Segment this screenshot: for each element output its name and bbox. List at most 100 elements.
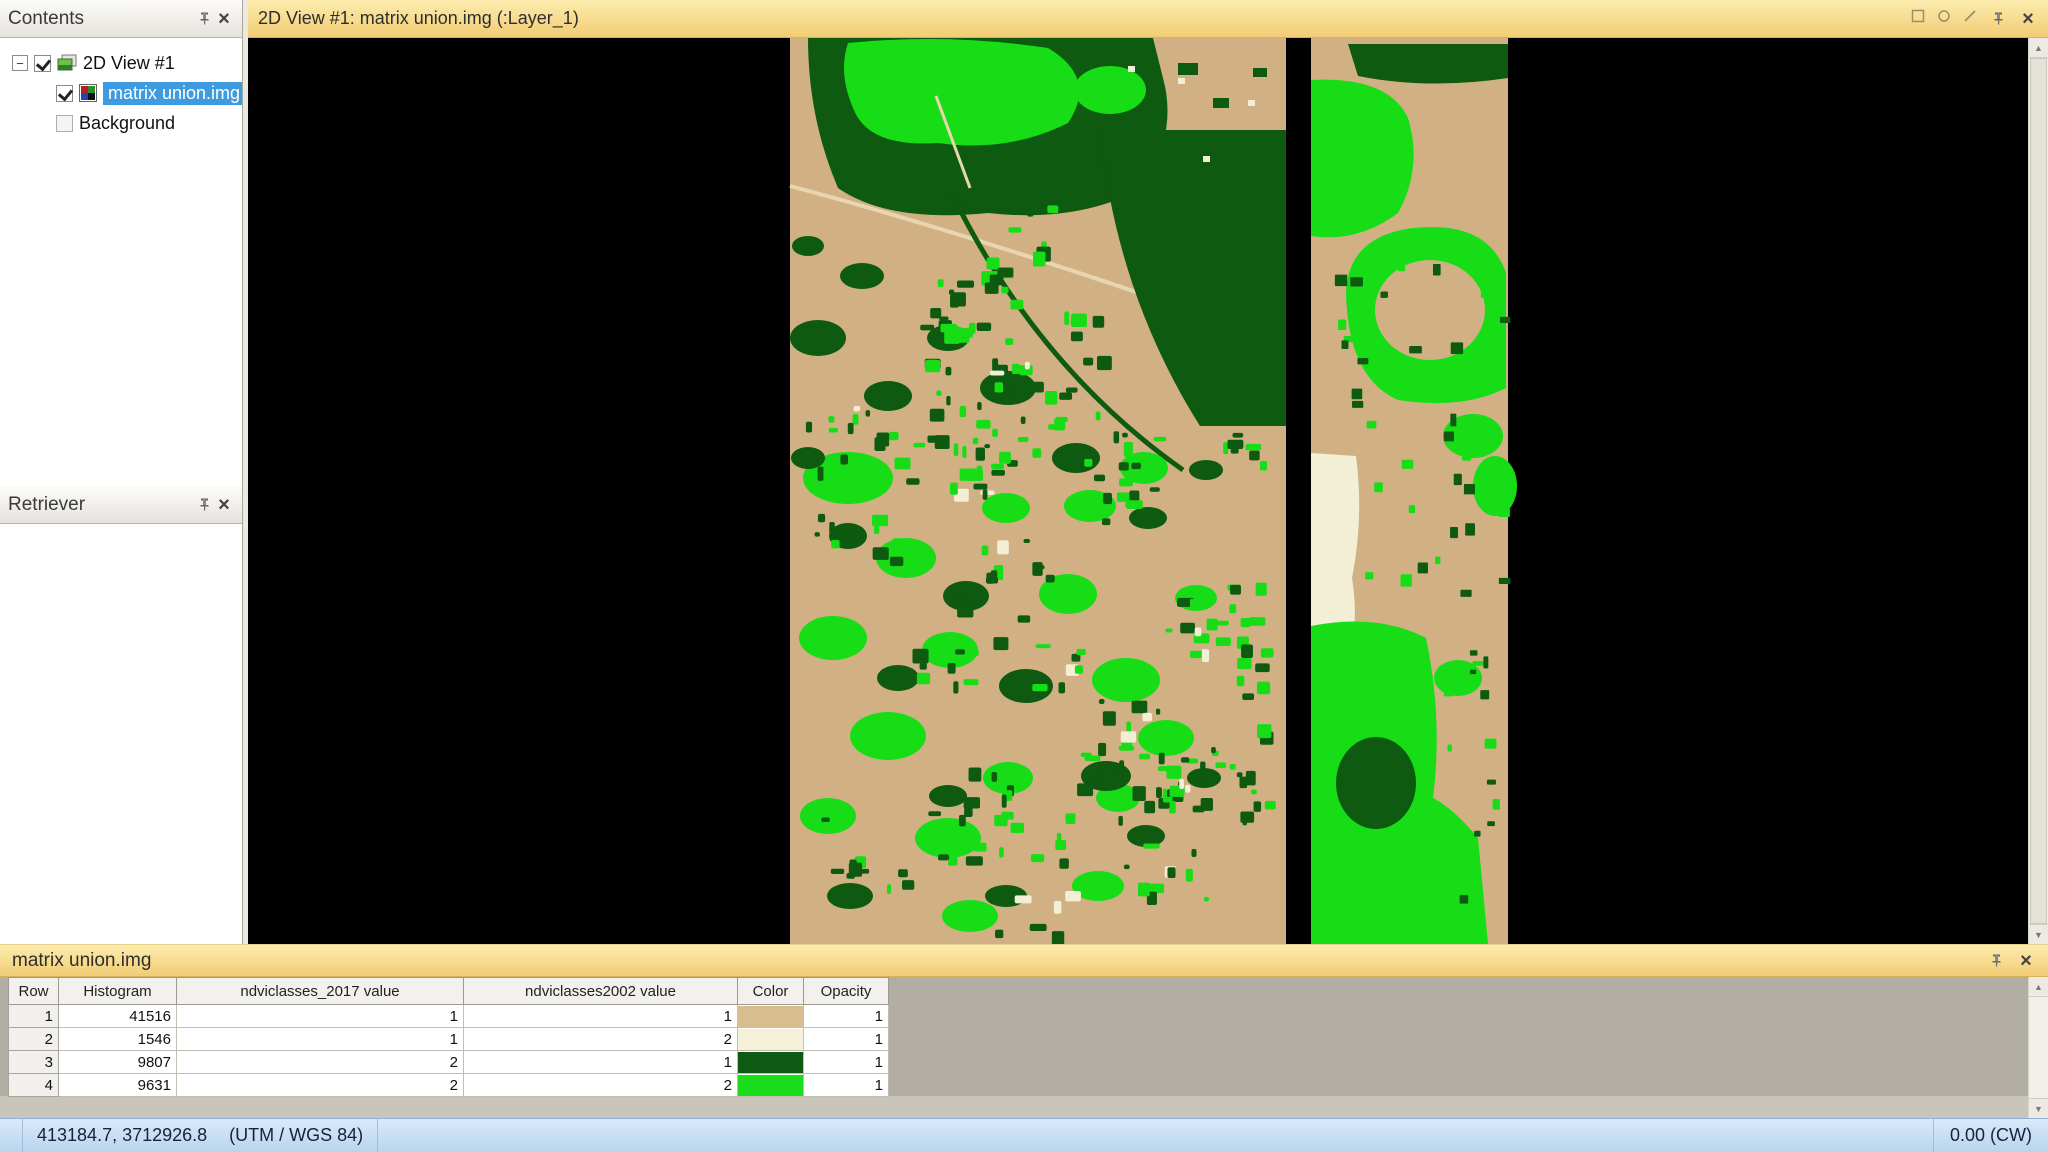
opacity-cell[interactable]: 1 xyxy=(803,1004,889,1028)
2d-view-icon xyxy=(57,54,77,72)
status-coordinates-section: 413184.7, 3712926.8 (UTM / WGS 84) xyxy=(23,1119,379,1152)
row-number-cell[interactable]: 2 xyxy=(8,1027,59,1051)
ndvi2017-cell[interactable]: 2 xyxy=(176,1073,464,1097)
status-divider xyxy=(0,1119,23,1152)
row-number-cell[interactable]: 1 xyxy=(8,1004,59,1028)
table-row: 3 9807 2 1 1 xyxy=(8,1050,889,1074)
ndvi2017-cell[interactable]: 1 xyxy=(176,1004,464,1028)
collapse-icon[interactable]: − xyxy=(12,55,28,71)
col-header-ndvi2017[interactable]: ndviclasses_2017 value xyxy=(176,977,464,1005)
attribute-table: Row Histogram ndviclasses_2017 value ndv… xyxy=(8,977,889,1097)
view-tool-icon-2[interactable] xyxy=(1936,8,1952,29)
ndvi2017-cell[interactable]: 2 xyxy=(176,1050,464,1074)
opacity-cell[interactable]: 1 xyxy=(803,1050,889,1074)
view-visibility-checkbox[interactable] xyxy=(34,54,51,72)
table-empty-strip xyxy=(0,1096,2028,1118)
color-swatch[interactable] xyxy=(738,1028,803,1050)
opacity-cell[interactable]: 1 xyxy=(803,1073,889,1097)
tree-item-label-selected[interactable]: matrix union.img xyxy=(103,81,242,105)
application-window: Contents × − 2D View #1 matrix union.img… xyxy=(0,0,2048,1152)
tree-item-layer[interactable]: matrix union.img xyxy=(56,80,242,106)
close-icon[interactable]: × xyxy=(214,495,234,515)
map-view[interactable]: ▲ ▼ xyxy=(248,38,2048,944)
retriever-panel: Retriever × xyxy=(0,486,243,944)
background-visibility-checkbox[interactable] xyxy=(56,114,73,132)
table-row: 2 1546 1 2 1 xyxy=(8,1027,889,1051)
table-row: 4 9631 2 2 1 xyxy=(8,1073,889,1097)
color-swatch[interactable] xyxy=(738,1005,803,1027)
scroll-up-icon[interactable]: ▲ xyxy=(2029,977,2048,997)
raster-layer-icon xyxy=(79,84,97,102)
status-spacer xyxy=(378,1119,1934,1152)
contents-tree: − 2D View #1 matrix union.img Background xyxy=(0,38,242,486)
ndvi2002-cell[interactable]: 2 xyxy=(463,1027,738,1051)
retriever-body xyxy=(0,524,242,944)
pin-icon[interactable] xyxy=(194,9,214,29)
contents-panel-header[interactable]: Contents × xyxy=(0,0,242,38)
col-header-row[interactable]: Row xyxy=(8,977,59,1005)
opacity-cell[interactable]: 1 xyxy=(803,1027,889,1051)
retriever-panel-header[interactable]: Retriever × xyxy=(0,486,242,524)
pushpin-glyph xyxy=(1992,954,2000,967)
view-titlebar-icons: × xyxy=(1910,8,2038,29)
scroll-down-icon[interactable]: ▼ xyxy=(2029,924,2048,944)
pushpin-glyph xyxy=(200,498,208,511)
map-canvas[interactable] xyxy=(248,38,2028,944)
status-rotation-section: 0.00 (CW) xyxy=(1934,1119,2048,1152)
col-header-histogram[interactable]: Histogram xyxy=(58,977,177,1005)
status-coordinates: 413184.7, 3712926.8 xyxy=(37,1125,208,1145)
table-vertical-scrollbar[interactable]: ▲ ▼ xyxy=(2028,977,2048,1118)
tree-item-label[interactable]: 2D View #1 xyxy=(83,53,175,74)
color-swatch[interactable] xyxy=(738,1051,803,1073)
map-vertical-scrollbar[interactable]: ▲ ▼ xyxy=(2028,38,2048,944)
color-cell[interactable] xyxy=(737,1050,804,1074)
contents-panel: Contents × − 2D View #1 matrix union.img… xyxy=(0,0,243,486)
histogram-cell[interactable]: 41516 xyxy=(58,1004,177,1028)
ndvi2002-cell[interactable]: 1 xyxy=(463,1050,738,1074)
tree-item-label[interactable]: Background xyxy=(79,113,175,134)
col-header-color[interactable]: Color xyxy=(737,977,804,1005)
color-cell[interactable] xyxy=(737,1027,804,1051)
view-titlebar[interactable]: 2D View #1: matrix union.img (:Layer_1) … xyxy=(248,0,2048,38)
table-row: 1 41516 1 1 1 xyxy=(8,1004,889,1028)
close-icon[interactable]: × xyxy=(2016,951,2036,971)
status-rotation: 0.00 (CW) xyxy=(1949,1125,2032,1145)
scroll-down-icon[interactable]: ▼ xyxy=(2029,1098,2048,1118)
close-icon[interactable]: × xyxy=(2018,9,2038,29)
tree-item-2d-view[interactable]: − 2D View #1 xyxy=(12,50,175,76)
retriever-panel-title: Retriever xyxy=(8,493,86,515)
tree-item-background[interactable]: Background xyxy=(56,110,175,136)
col-header-opacity[interactable]: Opacity xyxy=(803,977,889,1005)
attribute-panel-title: matrix union.img xyxy=(12,949,152,971)
pin-icon[interactable] xyxy=(194,495,214,515)
ndvi2002-cell[interactable]: 1 xyxy=(463,1004,738,1028)
contents-panel-title: Contents xyxy=(8,7,85,29)
pin-icon[interactable] xyxy=(1988,9,2008,29)
color-cell[interactable] xyxy=(737,1004,804,1028)
row-number-cell[interactable]: 4 xyxy=(8,1073,59,1097)
view-tool-icon-3[interactable] xyxy=(1962,8,1978,29)
status-bar: 413184.7, 3712926.8 (UTM / WGS 84) 0.00 … xyxy=(0,1118,2048,1152)
row-number-cell[interactable]: 3 xyxy=(8,1050,59,1074)
pushpin-glyph xyxy=(1994,12,2002,25)
scrollbar-thumb[interactable] xyxy=(2030,58,2047,924)
pin-icon[interactable] xyxy=(1986,951,2006,971)
close-icon[interactable]: × xyxy=(214,9,234,29)
layer-visibility-checkbox[interactable] xyxy=(56,84,73,102)
scroll-up-icon[interactable]: ▲ xyxy=(2029,38,2048,58)
color-swatch[interactable] xyxy=(738,1074,803,1096)
histogram-cell[interactable]: 9807 xyxy=(58,1050,177,1074)
color-cell[interactable] xyxy=(737,1073,804,1097)
attribute-panel-titlebar[interactable]: matrix union.img × xyxy=(0,944,2048,977)
attribute-table-area: Row Histogram ndviclasses_2017 value ndv… xyxy=(0,977,2048,1118)
histogram-cell[interactable]: 1546 xyxy=(58,1027,177,1051)
histogram-cell[interactable]: 9631 xyxy=(58,1073,177,1097)
status-projection: (UTM / WGS 84) xyxy=(229,1125,364,1145)
view-tool-icon-1[interactable] xyxy=(1910,8,1926,29)
ndvi2017-cell[interactable]: 1 xyxy=(176,1027,464,1051)
table-header-row: Row Histogram ndviclasses_2017 value ndv… xyxy=(8,977,889,1005)
view-title: 2D View #1: matrix union.img (:Layer_1) xyxy=(258,8,579,28)
ndvi2002-cell[interactable]: 2 xyxy=(463,1073,738,1097)
pushpin-glyph xyxy=(200,12,208,25)
col-header-ndvi2002[interactable]: ndviclasses2002 value xyxy=(463,977,738,1005)
